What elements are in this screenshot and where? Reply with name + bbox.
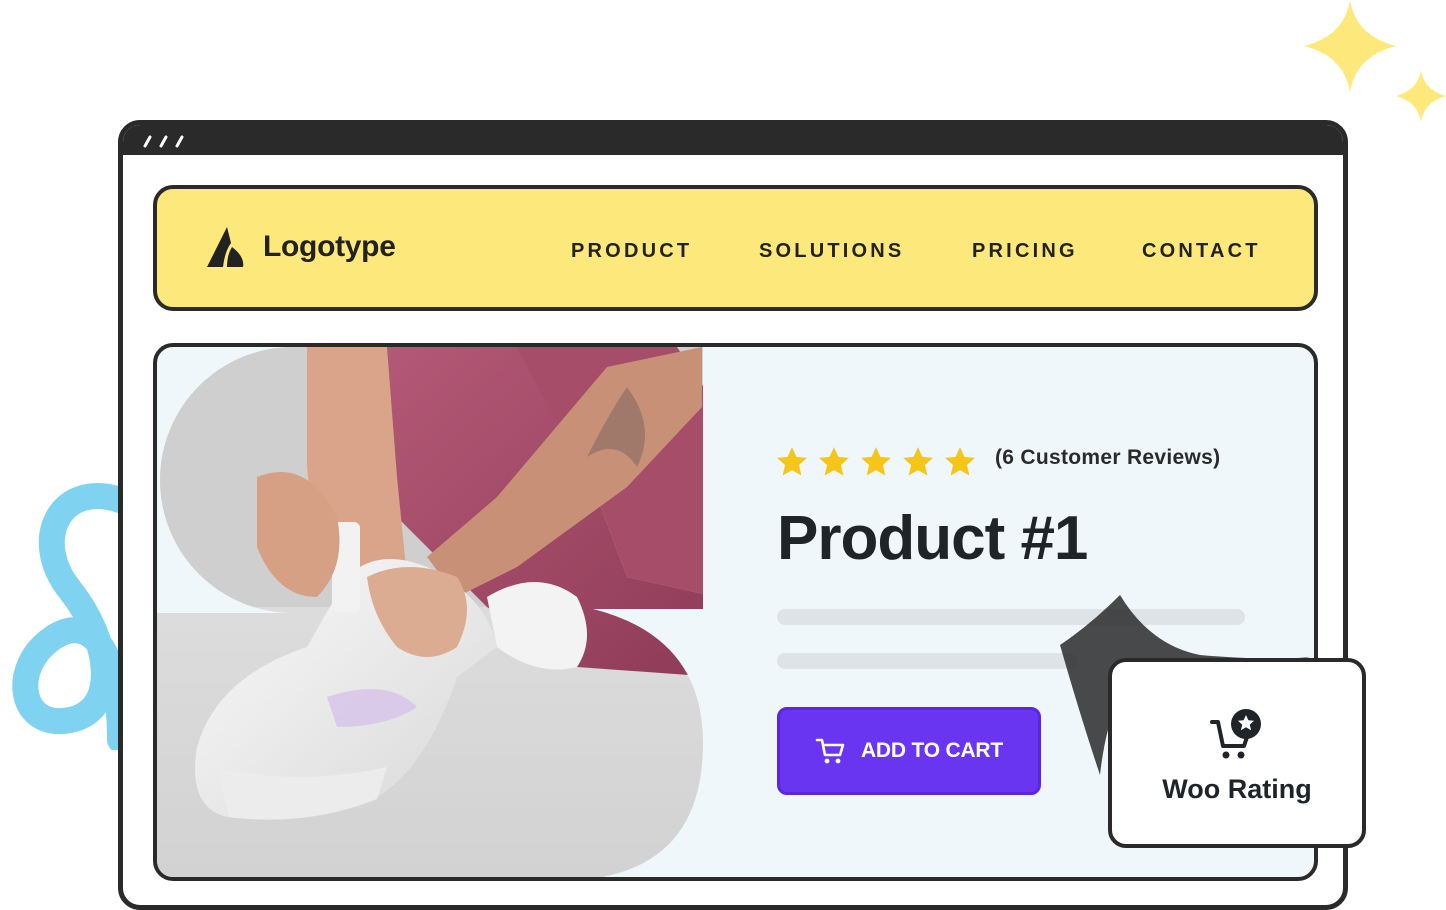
browser-titlebar	[123, 125, 1343, 155]
star-icon	[777, 447, 807, 476]
rating-stars	[775, 445, 977, 479]
add-to-cart-label: ADD TO CART	[860, 739, 1004, 762]
logo-mark-icon	[207, 227, 244, 267]
site-header: Logotype PRODUCT SOLUTIONS PRICING CONTA…	[153, 185, 1318, 311]
nav-item-contact[interactable]: CONTACT	[1142, 240, 1261, 263]
star-icon	[945, 447, 975, 476]
woo-rating-badge[interactable]: Woo Rating	[1108, 658, 1366, 848]
nav-item-solutions[interactable]: SOLUTIONS	[759, 240, 904, 263]
add-to-cart-button[interactable]: ADD TO CART	[777, 707, 1041, 795]
description-placeholder-line	[777, 653, 1077, 669]
reviews-count[interactable]: (6 Customer Reviews)	[995, 446, 1220, 470]
nav-item-product[interactable]: PRODUCT	[571, 240, 692, 263]
product-title: Product #1	[777, 504, 1088, 573]
star-icon	[861, 447, 891, 476]
nav-item-pricing[interactable]: PRICING	[972, 240, 1078, 263]
product-image	[157, 347, 703, 877]
sparkles-decoration	[1304, 0, 1446, 122]
star-icon	[819, 447, 849, 476]
cart-star-icon	[1210, 709, 1261, 759]
window-dots-icon	[143, 135, 184, 148]
logo[interactable]: Logotype	[205, 225, 396, 269]
cart-icon	[815, 738, 845, 764]
star-icon	[903, 447, 933, 476]
woo-rating-label: Woo Rating	[1162, 774, 1312, 804]
logo-text: Logotype	[263, 230, 396, 263]
